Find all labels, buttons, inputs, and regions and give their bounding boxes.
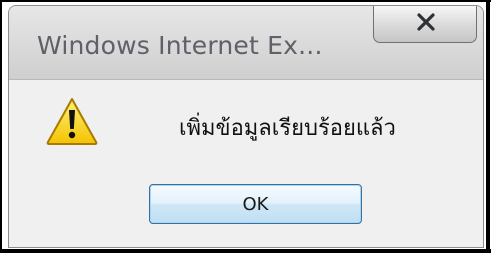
border-bottom (0, 249, 491, 253)
warning-icon (46, 98, 98, 145)
alert-dialog: Windows Internet Ex... เพิ่มข้อมูลเรียบร… (8, 5, 484, 248)
border-top (0, 0, 491, 2)
ok-button-label: OK (242, 194, 269, 215)
border-left (0, 0, 2, 253)
screenshot-frame: Windows Internet Ex... เพิ่มข้อมูลเรียบร… (0, 0, 491, 253)
title-bar: Windows Internet Ex... (9, 6, 483, 80)
border-right (486, 0, 490, 253)
dialog-body: เพิ่มข้อมูลเรียบร้อยแล้ว OK (9, 80, 483, 247)
dialog-message: เพิ่มข้อมูลเรียบร้อยแล้ว (179, 116, 396, 141)
ok-button[interactable]: OK (149, 184, 362, 224)
window-title: Windows Internet Ex... (37, 31, 323, 60)
close-icon (417, 13, 435, 31)
close-button[interactable] (373, 6, 477, 43)
